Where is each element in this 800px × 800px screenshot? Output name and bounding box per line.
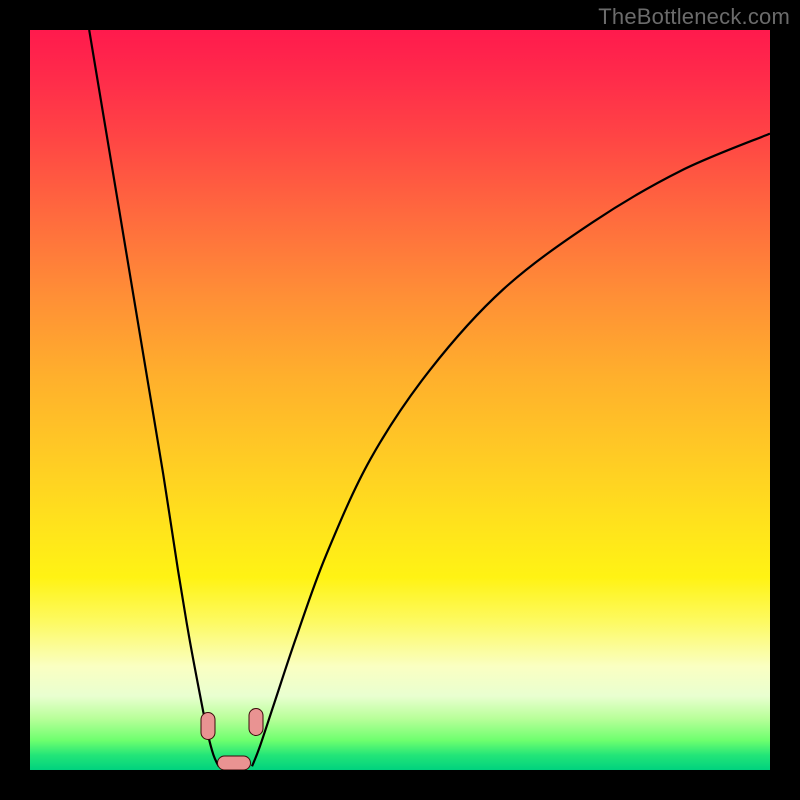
- nodes-layer: [30, 30, 770, 770]
- right-valley-node: [248, 708, 263, 736]
- plot-area: [30, 30, 770, 770]
- chart-frame: TheBottleneck.com: [0, 0, 800, 800]
- bottom-node: [217, 755, 251, 770]
- watermark: TheBottleneck.com: [598, 4, 790, 30]
- left-valley-node: [200, 712, 215, 740]
